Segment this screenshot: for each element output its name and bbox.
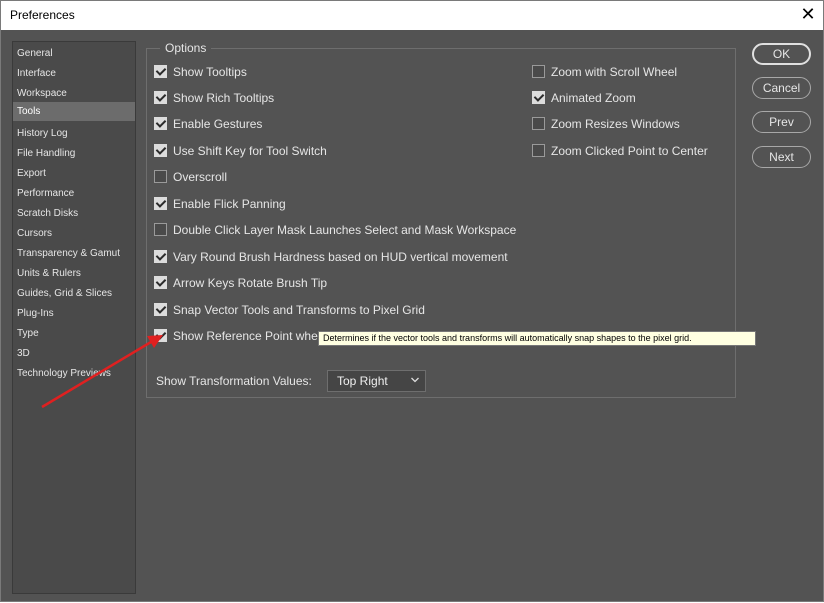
checkbox-vary-round-brush-hardness[interactable] [154, 250, 167, 263]
sidebar-item-units-rulers[interactable]: Units & Rulers [13, 264, 135, 283]
sidebar-item-export[interactable]: Export [13, 164, 135, 183]
transformation-values-select[interactable]: Top Right [327, 370, 426, 392]
sidebar-item-plug-ins[interactable]: Plug-Ins [13, 304, 135, 323]
checkbox-zoom-with-scroll-wheel[interactable] [532, 65, 545, 78]
checkbox-zoom-resizes-windows[interactable] [532, 117, 545, 130]
checkbox-show-tooltips[interactable] [154, 65, 167, 78]
sidebar-item-type[interactable]: Type [13, 324, 135, 343]
chevron-down-icon [411, 377, 419, 383]
option-label: Enable Gestures [173, 117, 263, 131]
options-legend: Options [160, 41, 212, 55]
checkbox-overscroll[interactable] [154, 170, 167, 183]
ok-button[interactable]: OK [752, 43, 811, 65]
option-label: Vary Round Brush Hardness based on HUD v… [173, 250, 508, 264]
sidebar-item-general[interactable]: General [13, 44, 135, 63]
checkbox-show-reference-point[interactable] [154, 329, 167, 342]
preferences-dialog: Preferences ✕ General Interface Workspac… [0, 0, 824, 602]
close-icon[interactable]: ✕ [793, 1, 823, 30]
option-label: Zoom with Scroll Wheel [551, 65, 678, 79]
option-label: Animated Zoom [551, 91, 636, 105]
checkbox-snap-vector-tools[interactable] [154, 303, 167, 316]
checkbox-use-shift-key[interactable] [154, 144, 167, 157]
option-label: Overscroll [173, 170, 228, 184]
option-label: Arrow Keys Rotate Brush Tip [173, 276, 328, 290]
sidebar-item-scratch-disks[interactable]: Scratch Disks [13, 204, 135, 223]
checkbox-double-click-layer-mask[interactable] [154, 223, 167, 236]
cancel-button[interactable]: Cancel [752, 77, 811, 99]
sidebar-item-3d[interactable]: 3D [13, 344, 135, 363]
sidebar-item-tools[interactable]: Tools [13, 102, 135, 121]
prev-button[interactable]: Prev [752, 111, 811, 133]
sidebar-item-technology-previews[interactable]: Technology Previews [13, 364, 135, 383]
option-label: Zoom Clicked Point to Center [551, 144, 708, 158]
sidebar-item-cursors[interactable]: Cursors [13, 224, 135, 243]
sidebar-item-guides-grid-slices[interactable]: Guides, Grid & Slices [13, 284, 135, 303]
sidebar-item-performance[interactable]: Performance [13, 184, 135, 203]
tooltip: Determines if the vector tools and trans… [318, 331, 756, 346]
sidebar-item-transparency-gamut[interactable]: Transparency & Gamut [13, 244, 135, 263]
window-title: Preferences [10, 8, 75, 22]
sidebar-item-interface[interactable]: Interface [13, 64, 135, 83]
checkbox-animated-zoom[interactable] [532, 91, 545, 104]
title-bar: Preferences ✕ [1, 1, 823, 30]
option-label: Use Shift Key for Tool Switch [173, 144, 327, 158]
option-label: Zoom Resizes Windows [551, 117, 680, 131]
option-label: Show Rich Tooltips [173, 91, 275, 105]
sidebar-item-file-handling[interactable]: File Handling [13, 144, 135, 163]
option-label: Show Tooltips [173, 65, 247, 79]
checkbox-enable-gestures[interactable] [154, 117, 167, 130]
checkbox-zoom-clicked-point[interactable] [532, 144, 545, 157]
transformation-values-label: Show Transformation Values: [156, 374, 312, 388]
preferences-sidebar: General Interface Workspace Tools Histor… [12, 41, 136, 594]
option-label: Enable Flick Panning [173, 197, 286, 211]
checkbox-enable-flick-panning[interactable] [154, 197, 167, 210]
checkbox-show-rich-tooltips[interactable] [154, 91, 167, 104]
sidebar-item-history-log[interactable]: History Log [13, 124, 135, 143]
next-button[interactable]: Next [752, 146, 811, 168]
select-value: Top Right [337, 374, 388, 388]
option-label: Snap Vector Tools and Transforms to Pixe… [173, 303, 425, 317]
sidebar-item-workspace[interactable]: Workspace [13, 84, 135, 103]
option-label: Show Reference Point whe [173, 329, 318, 343]
checkbox-arrow-keys-rotate-brush[interactable] [154, 276, 167, 289]
option-label: Double Click Layer Mask Launches Select … [173, 223, 517, 237]
